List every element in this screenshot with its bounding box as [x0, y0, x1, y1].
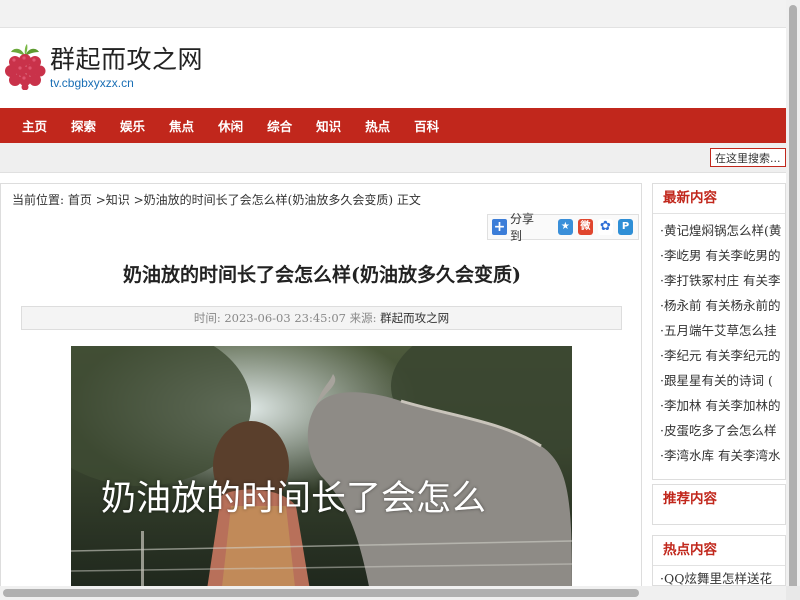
list-item[interactable]: ·QQ炫舞里怎样送花 — [660, 566, 785, 585]
list-item[interactable]: ·李屹男 有关李屹男的 — [660, 243, 785, 268]
nav-item-focus[interactable]: 焦点 — [169, 116, 194, 135]
nav-item-entertainment[interactable]: 娱乐 — [120, 116, 145, 135]
breadcrumb-prefix: 当前位置: — [12, 193, 65, 207]
breadcrumb-separator: > — [91, 193, 106, 207]
horizontal-scrollbar[interactable] — [0, 586, 786, 600]
list-item[interactable]: ·跟星星有关的诗词 ( — [660, 368, 785, 393]
tencent-share-icon[interactable]: P — [617, 219, 633, 235]
nav-item-leisure[interactable]: 休闲 — [218, 116, 243, 135]
share-label[interactable]: 分享到 — [510, 210, 544, 244]
list-item[interactable]: ·五月端午艾草怎么挂 — [660, 318, 785, 343]
breadcrumb-suffix: 正文 — [393, 193, 421, 207]
qzone-share-icon[interactable]: ★ — [557, 219, 573, 235]
site-name[interactable]: 群起而攻之网 — [50, 40, 203, 76]
article-panel: 当前位置: 首页 >知识 >奶油放的时间长了会怎么样(奶油放多久会变质) 正文 … — [0, 183, 642, 593]
list-item[interactable]: ·黄记煌焖锅怎么样(黄 — [660, 218, 785, 243]
search-bar: 在这里搜索... — [0, 143, 786, 173]
breadcrumb: 当前位置: 首页 >知识 >奶油放的时间长了会怎么样(奶油放多久会变质) 正文 — [12, 191, 421, 208]
main-nav: 主页 探索 娱乐 焦点 休闲 综合 知识 热点 百科 — [0, 108, 786, 143]
raspberry-logo-icon[interactable] — [3, 42, 47, 90]
scrollbar-corner — [786, 586, 800, 600]
vertical-scrollbar-thumb[interactable] — [789, 5, 797, 590]
latest-content-box: 最新内容 ·黄记煌焖锅怎么样(黄 ·李屹男 有关李屹男的 ·李打铁冢村庄 有关李… — [652, 183, 786, 480]
horizontal-scrollbar-thumb[interactable] — [3, 589, 639, 597]
article-title: 奶油放的时间长了会怎么样(奶油放多久会变质) — [123, 264, 521, 286]
baidu-share-icon[interactable]: ✿ — [597, 219, 613, 235]
share-plus-icon[interactable]: + — [492, 219, 508, 235]
list-item[interactable]: ·李加林 有关李加林的 — [660, 393, 785, 418]
site-domain[interactable]: tv.cbgbxyxzx.cn — [50, 76, 134, 90]
weibo-share-icon[interactable]: 微 — [577, 219, 593, 235]
image-caption: 奶油放的时间长了会怎么 — [101, 479, 487, 519]
recommended-content-box: 推荐内容 — [652, 484, 786, 525]
meta-time: 2023-06-03 23:45:07 — [224, 311, 346, 325]
hot-content-box: 热点内容 ·QQ炫舞里怎样送花 — [652, 535, 786, 586]
nav-item-encyclopedia[interactable]: 百科 — [414, 116, 439, 135]
nav-item-explore[interactable]: 探索 — [71, 116, 96, 135]
article-meta: 时间: 2023-06-03 23:45:07 来源: 群起而攻之网 — [21, 306, 622, 330]
meta-time-label: 时间: — [193, 311, 221, 325]
meta-source: 群起而攻之网 — [380, 311, 450, 325]
hot-content-list: ·QQ炫舞里怎样送花 — [653, 566, 785, 585]
hot-content-title: 热点内容 — [653, 536, 785, 566]
breadcrumb-current-link[interactable]: 奶油放的时间长了会怎么样(奶油放多久会变质) — [144, 193, 393, 207]
meta-source-label: 来源: — [349, 311, 377, 325]
recommended-content-title: 推荐内容 — [663, 491, 717, 507]
breadcrumb-separator: > — [129, 193, 144, 207]
nav-item-general[interactable]: 综合 — [267, 116, 292, 135]
list-item[interactable]: ·李湾水库 有关李湾水 — [660, 443, 785, 468]
list-item[interactable]: ·李纪元 有关李纪元的 — [660, 343, 785, 368]
share-bar: + 分享到 ★ 微 ✿ P — [487, 212, 639, 243]
breadcrumb-category-link[interactable]: 知识 — [106, 193, 130, 207]
list-item[interactable]: ·李打铁冢村庄 有关李 — [660, 268, 785, 293]
list-item[interactable]: ·皮蛋吃多了会怎么样 — [660, 418, 785, 443]
article-image: 奶油放的时间长了会怎么 — [71, 346, 572, 592]
nav-item-hot[interactable]: 热点 — [365, 116, 390, 135]
vertical-scrollbar[interactable] — [786, 0, 800, 600]
nav-item-knowledge[interactable]: 知识 — [316, 116, 341, 135]
search-input[interactable]: 在这里搜索... — [710, 148, 786, 167]
nav-item-home[interactable]: 主页 — [22, 116, 47, 135]
latest-content-list: ·黄记煌焖锅怎么样(黄 ·李屹男 有关李屹男的 ·李打铁冢村庄 有关李 ·杨永前… — [653, 214, 785, 468]
latest-content-title: 最新内容 — [653, 184, 785, 214]
top-strip — [0, 0, 786, 28]
breadcrumb-home-link[interactable]: 首页 — [68, 193, 92, 207]
list-item[interactable]: ·杨永前 有关杨永前的 — [660, 293, 785, 318]
